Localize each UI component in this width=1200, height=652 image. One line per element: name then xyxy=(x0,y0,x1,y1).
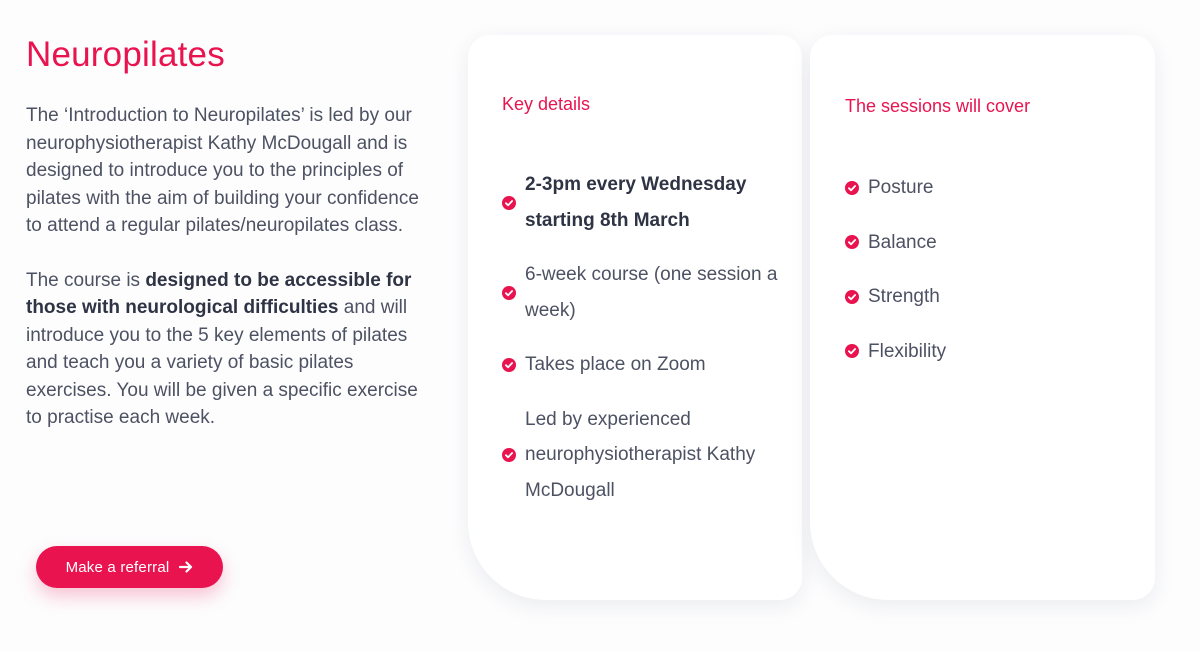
list-item: 2-3pm every Wednesday starting 8th March xyxy=(502,167,802,238)
intro-section: Neuropilates The ‘Introduction to Neurop… xyxy=(26,30,436,432)
session-topic-text: Strength xyxy=(868,286,940,307)
list-item: Strength xyxy=(845,279,1155,315)
key-detail-text: Led by experienced neurophysiotherapist … xyxy=(525,408,756,501)
key-details-list: 2-3pm every Wednesday starting 8th March… xyxy=(502,167,802,508)
session-topic-text: Flexibility xyxy=(868,340,947,362)
check-circle-icon xyxy=(502,285,516,300)
check-circle-icon xyxy=(845,180,859,195)
key-details-card: Key details 2-3pm every Wednesday starti… xyxy=(468,35,802,600)
check-circle-icon xyxy=(502,447,516,462)
key-details-title: Key details xyxy=(502,94,591,114)
sessions-title: The sessions will cover xyxy=(845,96,1031,116)
sessions-list: Posture Balance Strength Flexibility xyxy=(845,170,1155,369)
check-circle-icon xyxy=(845,344,859,359)
key-detail-text: 6-week course (one session a week) xyxy=(525,264,778,321)
list-item: Led by experienced neurophysiotherapist … xyxy=(502,402,802,509)
key-detail-text: 2-3pm every Wednesday starting 8th March xyxy=(525,174,747,231)
session-topic-text: Balance xyxy=(868,231,937,253)
check-circle-icon xyxy=(502,195,516,210)
session-topic-text: Posture xyxy=(868,177,934,198)
check-circle-icon xyxy=(502,357,516,372)
intro-paragraph-2: The course is designed to be accessible … xyxy=(26,267,436,432)
arrow-right-icon xyxy=(179,561,193,573)
list-item: Takes place on Zoom xyxy=(502,347,802,383)
intro-paragraph-1: The ‘Introduction to Neuropilates’ is le… xyxy=(26,105,419,236)
list-item: 6-week course (one session a week) xyxy=(502,257,802,328)
page-title: Neuropilates xyxy=(26,35,225,74)
list-item: Balance xyxy=(845,225,1155,261)
check-circle-icon xyxy=(845,235,859,250)
list-item: Flexibility xyxy=(845,334,1155,370)
make-a-referral-button[interactable]: Make a referral xyxy=(36,546,223,588)
make-a-referral-label: Make a referral xyxy=(65,558,170,576)
key-detail-text: Takes place on Zoom xyxy=(525,354,706,375)
intro-text: The ‘Introduction to Neuropilates’ is le… xyxy=(26,102,436,432)
check-circle-icon xyxy=(845,289,859,304)
intro-paragraph-2-start: The course is xyxy=(26,269,146,291)
list-item: Posture xyxy=(845,170,1155,206)
sessions-card: The sessions will cover Posture Balance … xyxy=(810,35,1155,600)
